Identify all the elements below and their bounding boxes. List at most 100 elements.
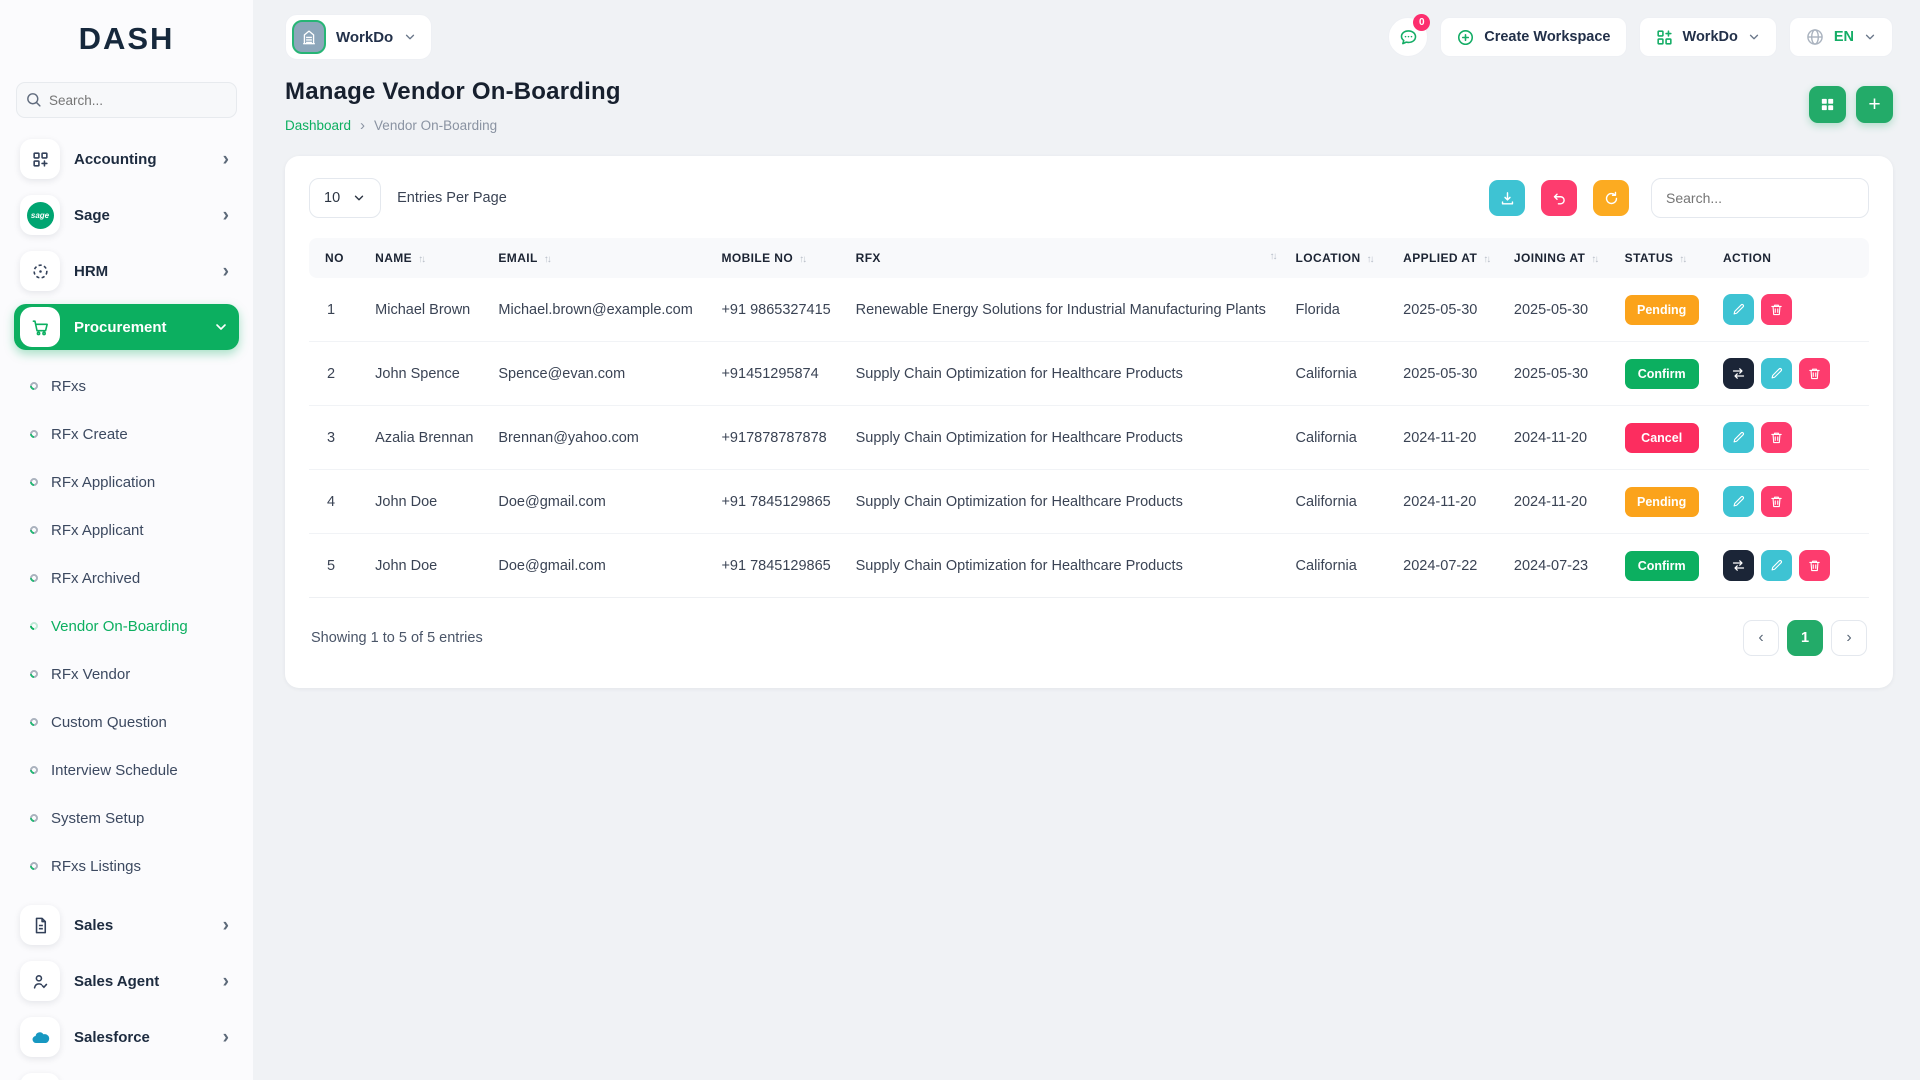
grid-view-button[interactable]	[1809, 86, 1846, 123]
cell-joining: 2024-07-23	[1504, 534, 1615, 598]
cell-email: Doe@gmail.com	[488, 534, 711, 598]
sidebar-item-accounting[interactable]: Accounting ›	[14, 136, 239, 182]
sidebar-item-movie-tv-studio[interactable]: Movie & TV Studio ›	[14, 1070, 239, 1080]
sidebar-search-input[interactable]	[16, 82, 237, 118]
main-content: WorkDo 0 Create Workspace WorkDo	[253, 0, 1920, 1080]
column-header-location[interactable]: LOCATION↑↓	[1286, 238, 1394, 278]
breadcrumb-current: Vendor On-Boarding	[374, 118, 497, 133]
sidebar-subitem-rfx-archived[interactable]: RFx Archived	[18, 554, 241, 602]
chevron-right-icon: ›	[223, 206, 229, 225]
previous-page-button[interactable]: ‹	[1743, 620, 1779, 656]
column-header-name[interactable]: NAME↑↓	[365, 238, 488, 278]
status-badge: Pending	[1625, 487, 1699, 517]
swap-button[interactable]	[1723, 550, 1754, 581]
edit-button[interactable]	[1723, 422, 1754, 453]
column-header-status[interactable]: STATUS↑↓	[1615, 238, 1713, 278]
column-header-no: NO	[309, 238, 365, 278]
status-badge: Pending	[1625, 295, 1699, 325]
create-workspace-button[interactable]: Create Workspace	[1440, 17, 1626, 57]
delete-button[interactable]	[1799, 358, 1830, 389]
export-download-button[interactable]	[1489, 180, 1525, 216]
sidebar-item-label: Procurement	[74, 319, 199, 336]
subitem-label: Vendor On-Boarding	[51, 618, 188, 635]
sidebar-subitem-vendor-onboarding[interactable]: Vendor On-Boarding	[18, 602, 241, 650]
status-badge: Confirm	[1625, 551, 1699, 581]
column-header-joining[interactable]: JOINING AT↑↓	[1504, 238, 1615, 278]
subitem-label: System Setup	[51, 810, 144, 827]
subitem-label: RFxs	[51, 378, 86, 395]
language-selector[interactable]: EN	[1789, 17, 1893, 57]
cell-no: 5	[309, 534, 365, 598]
trash-icon	[1769, 430, 1784, 445]
table-search-input[interactable]	[1651, 178, 1869, 218]
cell-mobile: +91 7845129865	[711, 470, 845, 534]
bullet-icon	[28, 620, 39, 631]
chevron-down-icon	[403, 30, 417, 44]
user-menu-button[interactable]: WorkDo	[1639, 17, 1777, 57]
column-header-rfx[interactable]: RFX↑↓	[846, 238, 1286, 278]
breadcrumb-dashboard-link[interactable]: Dashboard	[285, 118, 351, 133]
column-header-mobile[interactable]: MOBILE NO↑↓	[711, 238, 845, 278]
sidebar-subitem-system-setup[interactable]: System Setup	[18, 794, 241, 842]
download-icon	[1499, 190, 1516, 207]
cell-no: 3	[309, 406, 365, 470]
next-page-button[interactable]: ›	[1831, 620, 1867, 656]
delete-button[interactable]	[1761, 422, 1792, 453]
sidebar-subitem-rfx-applicant[interactable]: RFx Applicant	[18, 506, 241, 554]
sidebar-subitem-rfxs-listings[interactable]: RFxs Listings	[18, 842, 241, 890]
page-number-button[interactable]: 1	[1787, 620, 1823, 656]
sidebar-subitem-rfx-application[interactable]: RFx Application	[18, 458, 241, 506]
sidebar-item-sales[interactable]: Sales ›	[14, 902, 239, 948]
entries-per-page-select[interactable]: 10	[309, 178, 381, 218]
workspace-building-icon	[292, 20, 326, 54]
cell-name: Azalia Brennan	[365, 406, 488, 470]
brand-logo[interactable]: DASH	[12, 0, 241, 78]
table-row: 5 John Doe Doe@gmail.com +91 7845129865 …	[309, 534, 1869, 598]
messages-button[interactable]: 0	[1388, 17, 1428, 57]
column-header-action: ACTION	[1713, 238, 1869, 278]
add-vendor-button[interactable]: +	[1856, 86, 1893, 123]
delete-button[interactable]	[1761, 294, 1792, 325]
bullet-icon	[28, 668, 39, 679]
entries-per-page-label: Entries Per Page	[397, 190, 507, 206]
column-header-email[interactable]: EMAIL↑↓	[488, 238, 711, 278]
table-row: 4 John Doe Doe@gmail.com +91 7845129865 …	[309, 470, 1869, 534]
trash-icon	[1769, 494, 1784, 509]
edit-button[interactable]	[1723, 486, 1754, 517]
workspace-switcher[interactable]: WorkDo	[285, 14, 432, 60]
cell-mobile: +91451295874	[711, 342, 845, 406]
delete-button[interactable]	[1761, 486, 1792, 517]
pencil-icon	[1731, 430, 1746, 445]
sidebar-subitem-rfxs[interactable]: RFxs	[18, 362, 241, 410]
sidebar-item-sage[interactable]: sage Sage ›	[14, 192, 239, 238]
sidebar-item-sales-agent[interactable]: Sales Agent ›	[14, 958, 239, 1004]
delete-button[interactable]	[1799, 550, 1830, 581]
sidebar-subitem-interview-schedule[interactable]: Interview Schedule	[18, 746, 241, 794]
table-footer: Showing 1 to 5 of 5 entries ‹ 1 ›	[309, 598, 1869, 680]
edit-button[interactable]	[1761, 358, 1792, 389]
pencil-icon	[1731, 302, 1746, 317]
cell-rfx: Supply Chain Optimization for Healthcare…	[846, 470, 1286, 534]
sort-icon: ↑↓	[418, 254, 424, 265]
cell-joining: 2025-05-30	[1504, 278, 1615, 342]
sort-icon: ↑↓	[1591, 254, 1597, 265]
column-header-applied[interactable]: APPLIED AT↑↓	[1393, 238, 1504, 278]
table-row: 2 John Spence Spence@evan.com +914512958…	[309, 342, 1869, 406]
chevron-down-icon	[1747, 30, 1761, 44]
edit-button[interactable]	[1723, 294, 1754, 325]
subitem-label: RFx Archived	[51, 570, 140, 587]
undo-button[interactable]	[1541, 180, 1577, 216]
chevron-down-icon	[1863, 30, 1877, 44]
refresh-button[interactable]	[1593, 180, 1629, 216]
bullet-icon	[28, 860, 39, 871]
sidebar-subitem-rfx-create[interactable]: RFx Create	[18, 410, 241, 458]
sidebar-subitem-custom-question[interactable]: Custom Question	[18, 698, 241, 746]
chevron-right-icon: ›	[223, 972, 229, 991]
swap-button[interactable]	[1723, 358, 1754, 389]
sidebar-item-hrm[interactable]: HRM ›	[14, 248, 239, 294]
person-check-icon	[20, 961, 60, 1001]
edit-button[interactable]	[1761, 550, 1792, 581]
sidebar-subitem-rfx-vendor[interactable]: RFx Vendor	[18, 650, 241, 698]
sidebar-item-salesforce[interactable]: Salesforce ›	[14, 1014, 239, 1060]
sidebar-item-procurement[interactable]: Procurement	[14, 304, 239, 350]
